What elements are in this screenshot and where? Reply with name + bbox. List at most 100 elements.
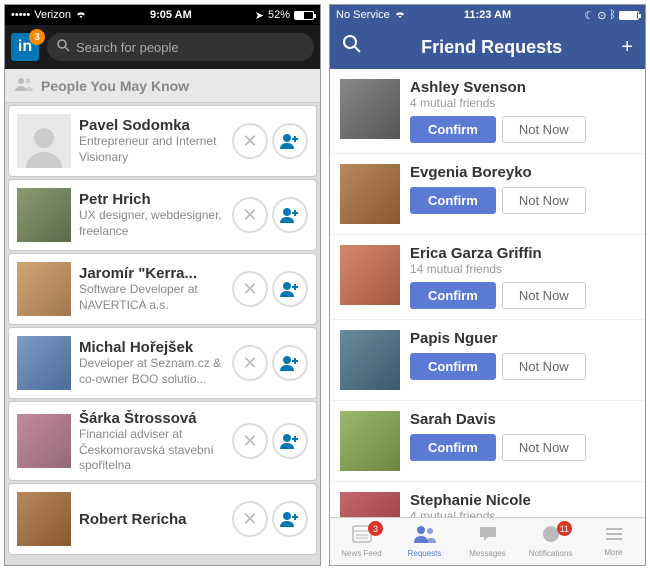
person-name: Erica Garza Griffin	[410, 245, 635, 262]
carrier-label: No Service	[336, 9, 390, 21]
tab-messages[interactable]: Messages	[456, 518, 519, 565]
person-name: Pavel Sodomka	[79, 117, 224, 134]
list-item[interactable]: Evgenia BoreykoConfirmNot Now	[330, 154, 645, 235]
person-name: Papis Nguer	[410, 330, 635, 347]
requests-list[interactable]: Ashley Svenson4 mutual friendsConfirmNot…	[330, 69, 645, 517]
tab-more[interactable]: More	[582, 518, 645, 565]
suggestions-list[interactable]: Pavel SodomkaEntrepreneur and Internet V…	[5, 103, 320, 565]
more-icon	[604, 526, 624, 547]
tab-badge: 11	[557, 521, 572, 536]
section-title: People You May Know	[41, 78, 189, 94]
mutual-friends: 14 mutual friends	[410, 262, 635, 276]
avatar	[340, 79, 400, 139]
confirm-button[interactable]: Confirm	[410, 116, 496, 143]
list-item[interactable]: Petr HrichUX designer, webdesigner, free…	[8, 179, 317, 251]
avatar	[17, 262, 71, 316]
dismiss-button[interactable]: ✕	[232, 271, 268, 307]
confirm-button[interactable]: Confirm	[410, 282, 496, 309]
connect-button[interactable]	[272, 423, 308, 459]
person-name: Šárka Štrossová	[79, 410, 224, 427]
list-item[interactable]: Robert Rericha✕	[8, 483, 317, 555]
battery-label: 52%	[268, 9, 290, 21]
status-bar: ••••• Verizon 9:05 AM ➤ 52%	[5, 5, 320, 25]
tab-notifications[interactable]: Notifications 11	[519, 518, 582, 565]
search-input[interactable]: Search for people	[47, 33, 314, 61]
connect-button[interactable]	[272, 345, 308, 381]
mutual-friends: 4 mutual friends	[410, 96, 635, 110]
dismiss-button[interactable]: ✕	[232, 345, 268, 381]
tab-label: Notifications	[529, 549, 573, 558]
messages-icon	[478, 525, 498, 548]
person-name: Ashley Svenson	[410, 79, 635, 96]
wifi-icon	[394, 9, 406, 22]
notnow-button[interactable]: Not Now	[502, 116, 586, 143]
person-name: Michal Hořejšek	[79, 339, 224, 356]
tab-label: Requests	[408, 549, 442, 558]
signal-icon: •••••	[11, 9, 30, 21]
section-header: People You May Know	[5, 69, 320, 103]
dismiss-button[interactable]: ✕	[232, 197, 268, 233]
requests-icon	[414, 525, 436, 548]
avatar	[340, 330, 400, 390]
dismiss-button[interactable]: ✕	[232, 501, 268, 537]
carrier-label: Verizon	[34, 9, 71, 21]
page-title: Friend Requests	[421, 37, 562, 58]
person-desc: UX designer, webdesigner, freelance	[79, 208, 224, 239]
dismiss-button[interactable]: ✕	[232, 123, 268, 159]
moon-icon: ☾	[584, 9, 594, 22]
location-icon: ➤	[255, 9, 264, 22]
connect-button[interactable]	[272, 197, 308, 233]
search-button[interactable]	[342, 34, 362, 60]
person-name: Sarah Davis	[410, 411, 635, 428]
linkedin-logo[interactable]: in 3	[11, 33, 39, 61]
dismiss-button[interactable]: ✕	[232, 423, 268, 459]
list-item[interactable]: Pavel SodomkaEntrepreneur and Internet V…	[8, 105, 317, 177]
mutual-friends: 4 mutual friends	[410, 509, 635, 517]
person-desc: Developer at Seznam.cz & co-owner BOO so…	[79, 356, 224, 387]
notnow-button[interactable]: Not Now	[502, 187, 586, 214]
list-item[interactable]: Michal HořejšekDeveloper at Seznam.cz & …	[8, 327, 317, 399]
notnow-button[interactable]: Not Now	[502, 353, 586, 380]
avatar	[340, 492, 400, 517]
clock: 9:05 AM	[91, 9, 251, 21]
facebook-header: Friend Requests +	[330, 25, 645, 69]
list-item[interactable]: Šárka ŠtrossováFinancial adviser at Česk…	[8, 401, 317, 481]
tab-requests[interactable]: Requests	[393, 518, 456, 565]
facebook-phone: No Service 11:23 AM ☾ ⊙ ᛒ Friend Request…	[329, 4, 646, 566]
list-item[interactable]: Ashley Svenson4 mutual friends ConfirmNot…	[330, 69, 645, 154]
list-item[interactable]: Erica Garza Griffin14 mutual friends Conf…	[330, 235, 645, 320]
confirm-button[interactable]: Confirm	[410, 187, 496, 214]
confirm-button[interactable]: Confirm	[410, 353, 496, 380]
list-item[interactable]: Jaromír "Kerra...Software Developer at N…	[8, 253, 317, 325]
person-desc: Financial adviser at Českomoravská stave…	[79, 427, 224, 472]
linkedin-header: in 3 Search for people	[5, 25, 320, 69]
avatar	[340, 411, 400, 471]
avatar	[340, 164, 400, 224]
connect-button[interactable]	[272, 123, 308, 159]
person-name: Stephanie Nicole	[410, 492, 635, 509]
avatar	[340, 245, 400, 305]
connect-button[interactable]	[272, 501, 308, 537]
list-item[interactable]: Sarah Davis ConfirmNot Now	[330, 401, 645, 482]
notification-badge: 3	[29, 29, 45, 45]
list-item[interactable]: Papis Nguer ConfirmNot Now	[330, 320, 645, 401]
battery-icon	[294, 11, 314, 20]
wifi-icon	[75, 9, 87, 22]
tab-badge: 3	[368, 521, 383, 536]
avatar	[17, 492, 71, 546]
avatar	[17, 336, 71, 390]
confirm-button[interactable]: Confirm	[410, 434, 496, 461]
notnow-button[interactable]: Not Now	[502, 282, 586, 309]
tab-news-feed[interactable]: News Feed 3	[330, 518, 393, 565]
avatar	[17, 188, 71, 242]
linkedin-phone: ••••• Verizon 9:05 AM ➤ 52% in 3 Search …	[4, 4, 321, 566]
add-button[interactable]: +	[621, 36, 633, 59]
person-desc: Software Developer at NAVERTICA a.s.	[79, 282, 224, 313]
notnow-button[interactable]: Not Now	[502, 434, 586, 461]
search-icon	[57, 39, 70, 55]
avatar	[17, 114, 71, 168]
list-item[interactable]: Stephanie Nicole4 mutual friendsConfirmN…	[330, 482, 645, 517]
connect-button[interactable]	[272, 271, 308, 307]
battery-icon	[619, 11, 639, 20]
tab-label: News Feed	[341, 549, 381, 558]
